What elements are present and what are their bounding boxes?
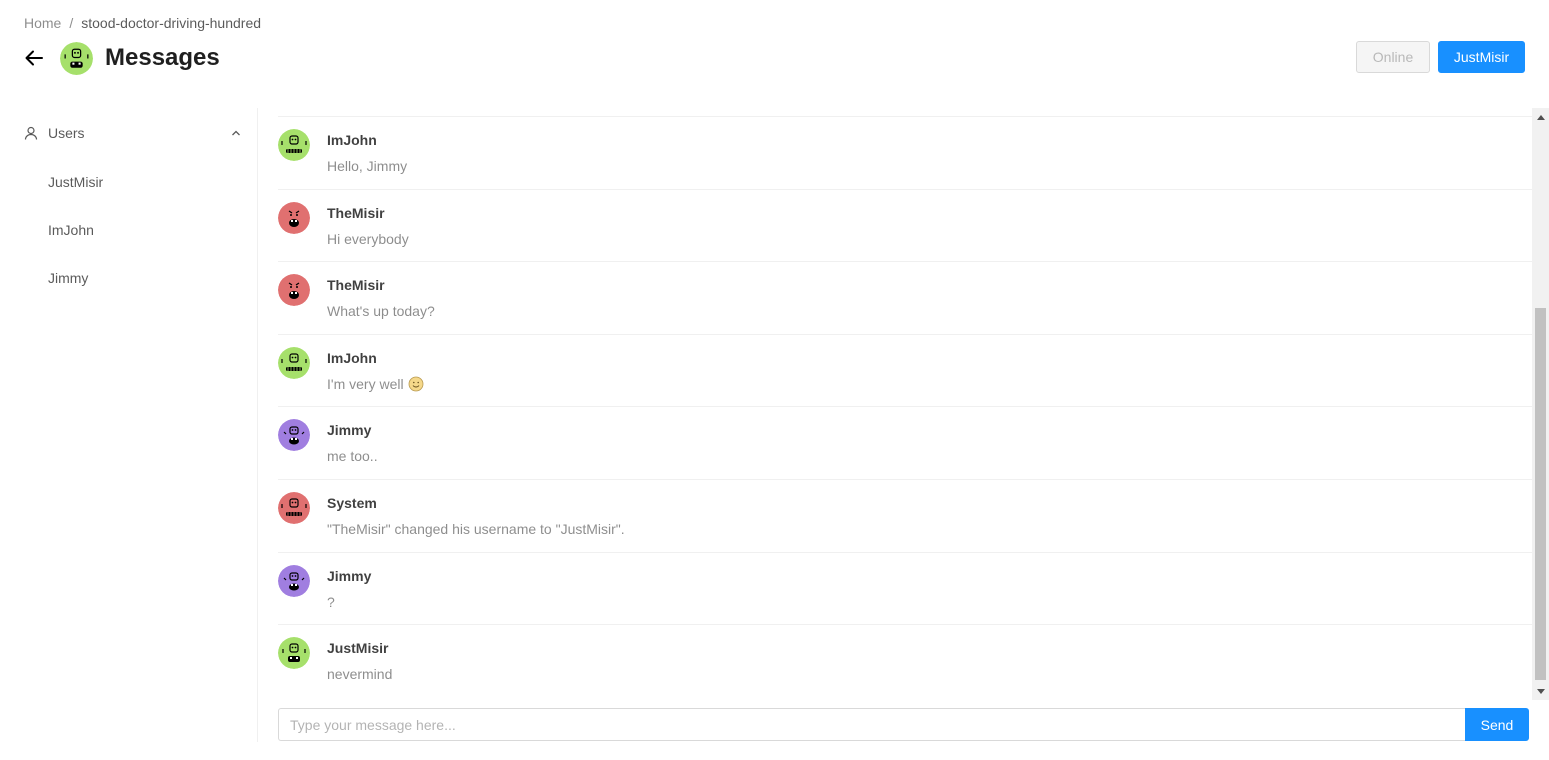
message-author: ImJohn [327,132,377,148]
sidebar-item-justmisir[interactable]: JustMisir [0,158,257,206]
chevron-up-icon [232,130,240,136]
current-user-button[interactable]: JustMisir [1438,41,1525,73]
page-title: Messages [105,44,220,71]
sidebar-item-jimmy[interactable]: Jimmy [0,254,257,302]
message-text: I'm very well [327,375,404,392]
users-submenu-label: Users [48,125,85,141]
scroll-down-arrow-icon[interactable] [1532,683,1549,700]
message-author: JustMisir [327,640,389,657]
avatar [278,491,310,524]
message-text-wrap: "TheMisir" changed his username to "Just… [327,518,625,540]
list-item: ImJohn Hello, Jimmy [278,116,1532,189]
message-text-wrap: What's up today? [327,300,435,322]
sidebar-item-label: Jimmy [48,270,89,286]
message-author: ImJohn [327,349,377,366]
avatar [278,419,310,452]
message-text-wrap: ? [327,591,371,613]
message-text: ? [327,593,335,610]
scrollbar-thumb[interactable] [1535,308,1546,680]
list-item: ImJohn I'm very well [278,333,1532,407]
users-submenu-toggle[interactable]: Users [0,108,257,158]
message-author: TheMisir [327,204,385,221]
message-list: ImJohn Hello, Jimmy TheMisir Hi everybod… [278,116,1532,697]
page-header: Messages [24,40,220,76]
message-list-panel: ImJohn Hello, Jimmy TheMisir Hi everybod… [278,108,1549,700]
list-item: Jimmy me too.. [278,406,1532,479]
message-author: TheMisir [327,277,385,294]
avatar [278,274,310,307]
avatar [60,41,93,75]
avatar [278,129,310,161]
message-text-wrap: Hello, Jimmy [327,155,407,177]
message-list-scrollbar[interactable] [1532,108,1549,700]
message-text-wrap: nevermind [327,663,392,685]
message-text-wrap: Hi everybody [327,228,409,250]
message-text-wrap: I'm very well [327,373,424,395]
message-author: System [327,494,377,511]
message-text-wrap: me too.. [327,445,378,467]
breadcrumb-separator: / [69,15,74,31]
message-author: Jimmy [327,422,372,439]
sidebar-item-label: JustMisir [48,174,104,190]
breadcrumb-home-link[interactable]: Home [24,14,61,32]
user-icon [24,126,38,140]
list-item: TheMisir Hi everybody [278,188,1532,262]
online-status-button: Online [1356,41,1430,73]
users-sidebar: Users JustMisir ImJohn Jimmy [0,108,258,742]
message-text: Hello, Jimmy [327,158,408,174]
arrow-left-icon [25,50,43,66]
message-text: "TheMisir" changed his username to "Just… [327,520,625,537]
message-text: What's up today? [327,303,435,320]
message-composer: Send [278,708,1529,741]
smiley-emoji-icon [408,376,423,392]
message-input[interactable] [278,708,1465,741]
breadcrumb-current: stood-doctor-driving-hundred [81,15,262,31]
list-item: JustMisir nevermind [278,624,1532,697]
scroll-up-arrow-icon[interactable] [1532,108,1549,125]
sidebar-item-label: ImJohn [48,222,94,238]
breadcrumb: Home / stood-doctor-driving-hundred [24,14,261,32]
avatar [278,201,310,234]
list-item: System "TheMisir" changed his username t… [278,478,1532,552]
list-item: TheMisir What's up today? [278,261,1532,334]
avatar [278,346,310,379]
avatar [278,637,310,670]
sidebar-item-imjohn[interactable]: ImJohn [0,206,257,254]
message-author: Jimmy [327,567,372,584]
message-text: Hi everybody [327,230,409,247]
list-item: Jimmy ? [278,551,1532,625]
send-button[interactable]: Send [1465,708,1529,741]
avatar [278,564,310,597]
back-button[interactable] [24,48,44,68]
message-text: nevermind [327,666,393,683]
message-text: me too.. [327,448,378,465]
header-actions: Online JustMisir [1356,41,1525,73]
